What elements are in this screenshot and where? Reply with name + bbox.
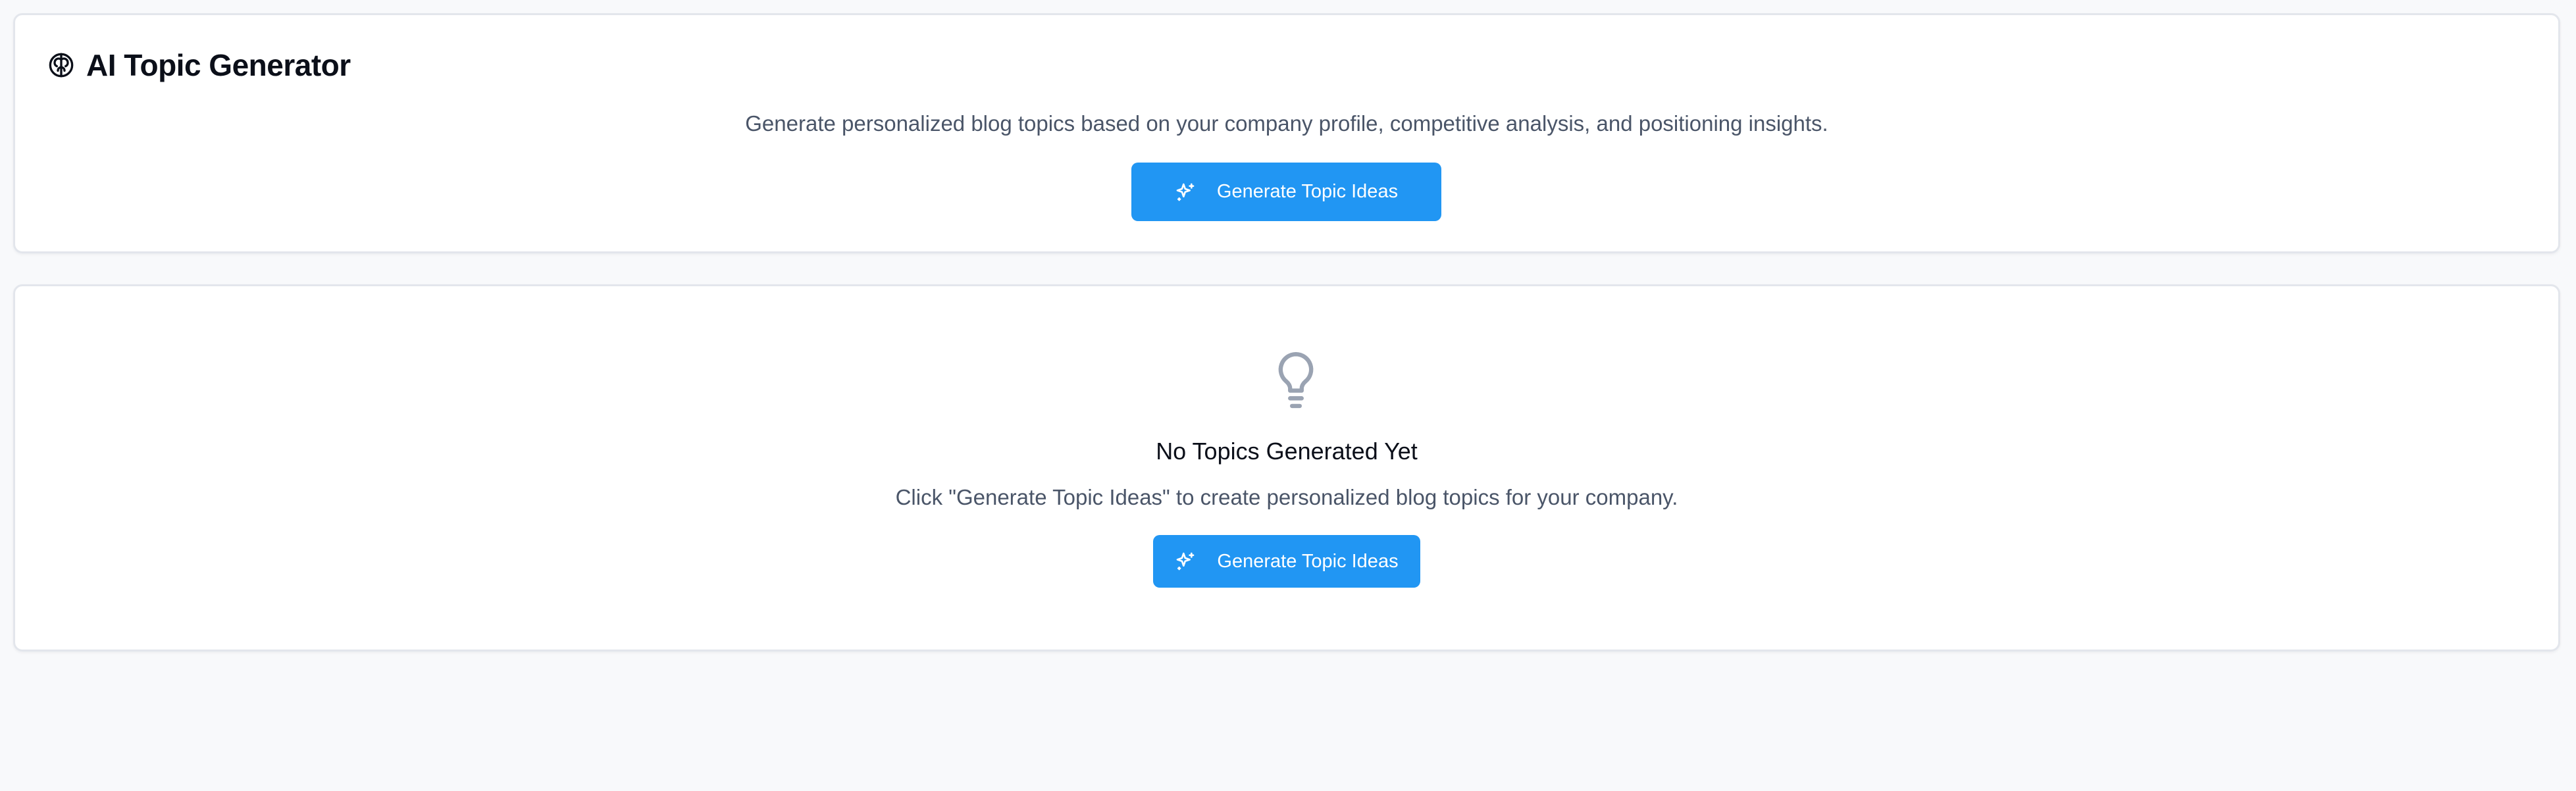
card-header: AI Topic Generator [48,45,351,85]
lightbulb-icon [1273,349,1319,413]
button-label: Generate Topic Ideas [1216,181,1399,202]
button-label: Generate Topic Ideas [1217,550,1399,572]
generator-description: Generate personalized blog topics based … [745,111,1828,136]
page-title: AI Topic Generator [86,48,351,82]
sparkles-icon [1175,182,1196,203]
empty-state-title: No Topics Generated Yet [1156,438,1418,465]
empty-state-text: Click "Generate Topic Ideas" to create p… [895,485,1678,509]
brain-icon [48,52,74,78]
generate-topic-ideas-button[interactable]: Generate Topic Ideas [1131,163,1441,221]
topic-generator-card: AI Topic Generator Generate personalized… [13,13,2560,253]
empty-state-card: No Topics Generated Yet Click "Generate … [13,284,2560,651]
sparkles-icon [1175,551,1196,572]
generate-topic-ideas-button-empty[interactable]: Generate Topic Ideas [1153,535,1420,588]
